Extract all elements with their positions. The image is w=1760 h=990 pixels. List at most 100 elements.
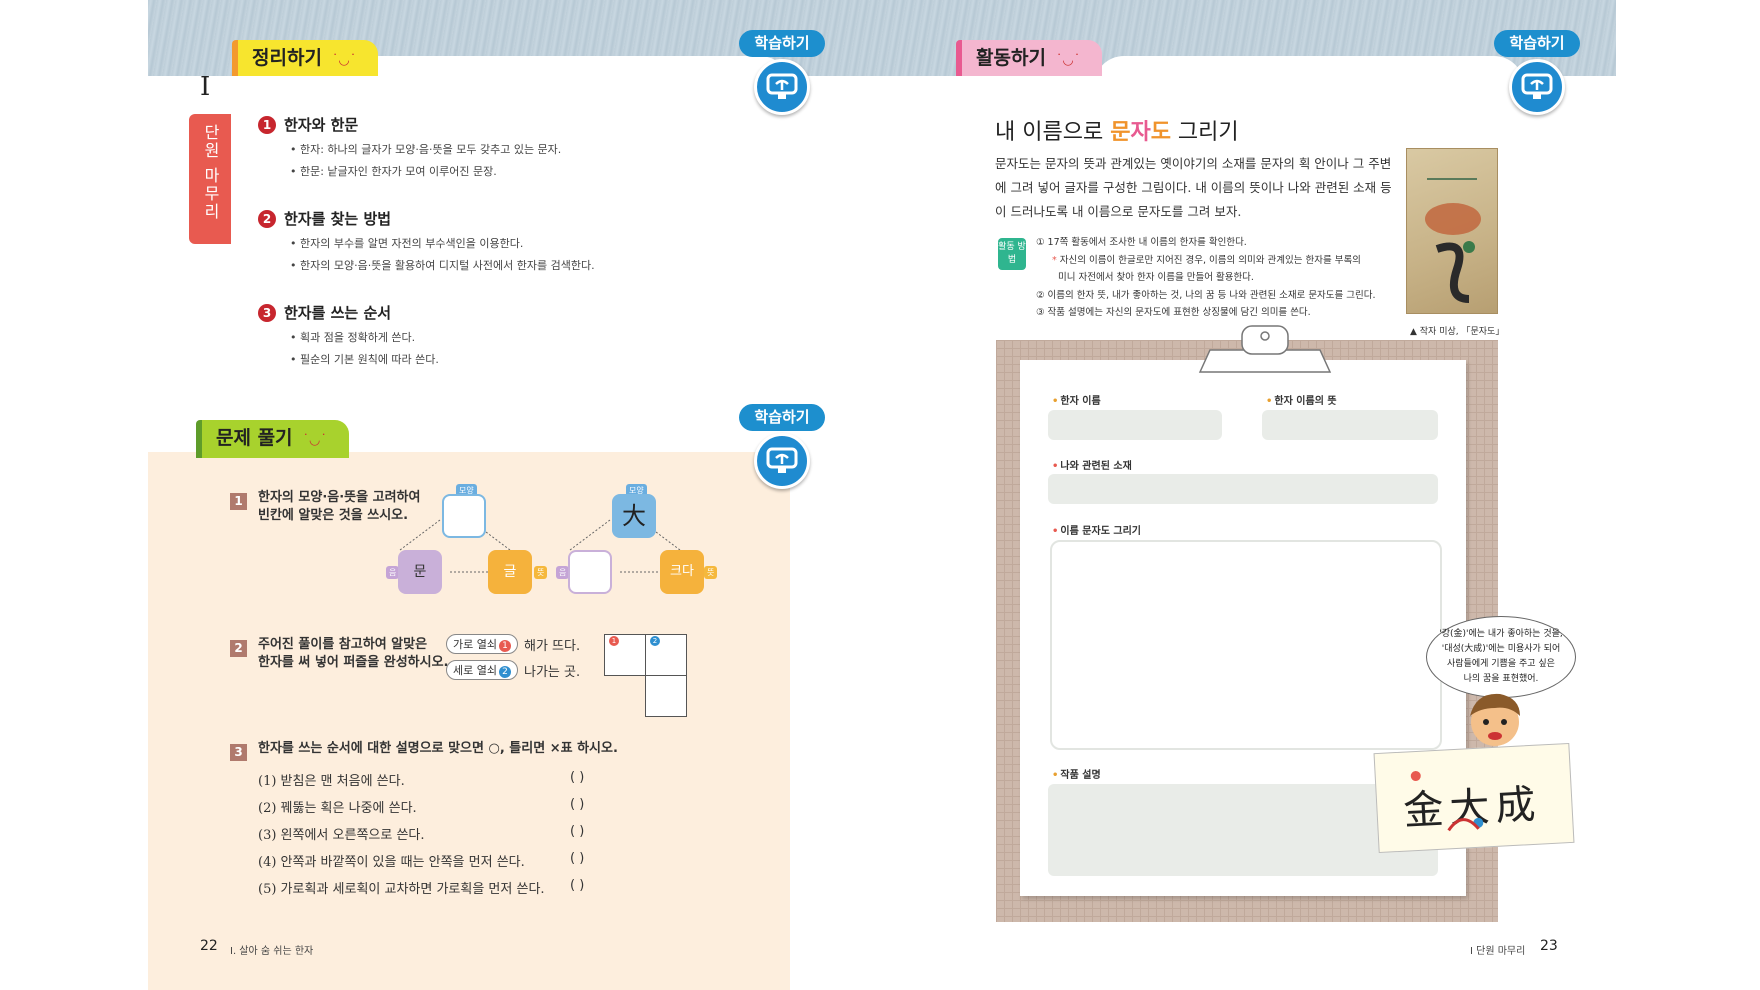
bubble-line: 사람들에게 기쁨을 주고 싶은 bbox=[1447, 659, 1555, 669]
activity-title-post: 그리기 bbox=[1170, 120, 1239, 145]
clue-across-text: 해가 뜨다. bbox=[523, 638, 581, 654]
clue-across-pill: 가로 열쇠 1 bbox=[446, 634, 518, 654]
page-number-left: 22 bbox=[200, 938, 218, 954]
summary-item-1: 1 한자와 한문 • 한자: 하나의 글자가 모양·음·뜻을 모두 갖추고 있는 … bbox=[258, 114, 561, 179]
problems-tab-label: 문제 풀기 bbox=[216, 427, 293, 449]
answer-paren-2[interactable]: ( ) bbox=[570, 797, 584, 812]
problem-2-text: 주어진 풀이를 참고하여 알맞은 한자를 써 넣어 퍼즐을 완성하시오. bbox=[258, 636, 448, 672]
label-desc: • 작품 설명 bbox=[1052, 770, 1101, 781]
method-line: ② 이름의 한자 뜻, 내가 좋아하는 것, 나의 꿈 등 나와 관련된 소재로… bbox=[1036, 289, 1376, 301]
unit-vertical-label: 단원 마무리 bbox=[189, 114, 231, 244]
method-badge: 활동 방법 bbox=[998, 238, 1026, 270]
clue-down-text: 나가는 곳. bbox=[523, 664, 581, 680]
method-sub-text: 미니 자전에서 찾아 한자 이름을 만들어 활용한다. bbox=[1058, 272, 1254, 283]
unit-vertical-text: 단원 마무리 bbox=[201, 124, 220, 222]
monitor-book-icon bbox=[1509, 59, 1565, 115]
answer-paren-4[interactable]: ( ) bbox=[570, 851, 584, 866]
puzzle-cell-3[interactable] bbox=[645, 675, 687, 717]
page-number-right: 23 bbox=[1540, 938, 1558, 954]
summary-item-3: 3 한자를 쓰는 순서 • 획과 점을 정확하게 쓴다. • 필순의 기본 원칙에… bbox=[258, 302, 439, 367]
meaning-box-geul: 글 bbox=[488, 550, 532, 594]
problems-tab: 문제 풀기 ˙◡˙ bbox=[196, 420, 349, 458]
label-hanja-meaning-text: 한자 이름의 뜻 bbox=[1274, 396, 1337, 407]
problem-1: 1 bbox=[230, 490, 257, 510]
shape-box-dae: 大 bbox=[612, 494, 656, 538]
study-badge-label: 학습하기 bbox=[739, 30, 825, 57]
summary-title-2: 한자를 찾는 방법 bbox=[284, 210, 392, 228]
clue-across-label: 가로 열쇠 bbox=[453, 638, 497, 651]
sound-blank-2[interactable] bbox=[568, 550, 612, 594]
clip-icon bbox=[1198, 325, 1332, 373]
study-badge-summary[interactable]: 학습하기 bbox=[739, 30, 825, 115]
answer-paren-1[interactable]: ( ) bbox=[570, 770, 584, 785]
method-line: ③ 작품 설명에는 자신의 문자도에 표현한 상징물에 담긴 의미를 쓴다. bbox=[1036, 307, 1311, 318]
monitor-book-icon bbox=[754, 59, 810, 115]
footer-title-left: I. 살아 숨 쉬는 한자 bbox=[230, 946, 314, 957]
summary-tab-label: 정리하기 bbox=[252, 47, 322, 69]
problem-3-text: 한자를 쓰는 순서에 대한 설명으로 맞으면 ○, 틀리면 ×표 하시오. bbox=[258, 741, 618, 756]
label-related: • 나와 관련된 소재 bbox=[1052, 461, 1132, 472]
activity-tab: 활동하기 ˙◡˙ bbox=[956, 40, 1103, 76]
puzzle-cell-1[interactable]: 1 bbox=[604, 634, 646, 676]
summary-line: • 획과 점을 정확하게 쓴다. bbox=[290, 331, 416, 344]
meaning-box-keuda: 크다 bbox=[660, 550, 704, 594]
bubble-line: '강(金)'에는 내가 좋아하는 것을, bbox=[1439, 629, 1563, 639]
summary-tab: 정리하기 ˙◡˙ bbox=[232, 40, 379, 76]
activity-title-k2: 자 bbox=[1130, 120, 1151, 145]
puzzle-cell-num: 1 bbox=[609, 636, 619, 646]
summary-num-1: 1 bbox=[258, 115, 276, 134]
activity-title-k3: 도 bbox=[1150, 120, 1171, 145]
problem-3: 3 bbox=[230, 741, 257, 761]
bubble-line: '대성(大成)'에는 미용사가 되어 bbox=[1441, 644, 1561, 654]
munjado-painting bbox=[1406, 148, 1498, 314]
method-line: ① 17쪽 활동에서 조사한 내 이름의 한자를 확인한다. bbox=[1036, 237, 1247, 248]
painting-caption: ▲ 작자 미상, 「문자도」 bbox=[1410, 327, 1505, 337]
label-hanja-name-text: 한자 이름 bbox=[1060, 396, 1101, 407]
tf-item-2: (2) 꿰뚫는 획은 나중에 쓴다. bbox=[258, 801, 417, 816]
summary-line: • 한자의 모양·음·뜻을 활용하여 디지털 사전에서 한자를 검색한다. bbox=[290, 259, 595, 272]
summary-title-1: 한자와 한문 bbox=[284, 116, 359, 134]
answer-paren-3[interactable]: ( ) bbox=[570, 824, 584, 839]
left-page-notch bbox=[310, 56, 790, 96]
tf-item-4: (4) 안쪽과 바깥쪽이 있을 때는 안쪽을 먼저 쓴다. bbox=[258, 855, 525, 870]
shape-blank-1[interactable] bbox=[442, 494, 486, 538]
hanja-meaning-field[interactable] bbox=[1262, 410, 1438, 440]
problem-number: 1 bbox=[230, 493, 247, 510]
summary-line: • 필순의 기본 원칙에 따라 쓴다. bbox=[290, 353, 439, 366]
tf-item-5: (5) 가로획과 세로획이 교차하면 가로획을 먼저 쓴다. bbox=[258, 882, 545, 897]
meaning-tag: 뜻 bbox=[534, 566, 548, 579]
label-hanja-meaning: • 한자 이름의 뜻 bbox=[1266, 396, 1337, 407]
related-field[interactable] bbox=[1048, 474, 1438, 504]
puzzle-cell-2[interactable]: 2 bbox=[645, 634, 687, 676]
answer-paren-5[interactable]: ( ) bbox=[570, 878, 584, 893]
tf-item-1: (1) 받침은 맨 처음에 쓴다. bbox=[258, 774, 405, 789]
summary-line: • 한자: 하나의 글자가 모양·음·뜻을 모두 갖추고 있는 문자. bbox=[290, 143, 562, 156]
card-decoration bbox=[1410, 771, 1484, 832]
method-sub-text: 자신의 이름이 한글로만 지어진 경우, 이름의 의미와 관계있는 한자를 부록… bbox=[1059, 254, 1361, 266]
summary-line: • 한문: 낱글자인 한자가 모여 이루어진 문장. bbox=[290, 165, 497, 178]
problem-2-text-line: 한자를 써 넣어 퍼즐을 완성하시오. bbox=[258, 655, 449, 670]
meaning-tag: 뜻 bbox=[704, 566, 718, 579]
method-list: ① 17쪽 활동에서 조사한 내 이름의 한자를 확인한다. * 자신의 이름이… bbox=[1036, 234, 1376, 322]
summary-num-3: 3 bbox=[258, 303, 276, 322]
puzzle-cell-num: 2 bbox=[650, 636, 660, 646]
tf-item-3: (3) 왼쪽에서 오른쪽으로 쓴다. bbox=[258, 828, 425, 843]
draw-area[interactable] bbox=[1050, 540, 1442, 750]
study-badge-problems[interactable]: 학습하기 bbox=[739, 404, 825, 489]
activity-title-k1: 문 bbox=[1110, 120, 1131, 145]
summary-item-2: 2 한자를 찾는 방법 • 한자의 부수를 알면 자전의 부수색인을 이용한다. … bbox=[258, 208, 595, 273]
clue-down: 세로 열쇠 2 나가는 곳. bbox=[446, 660, 580, 680]
label-hanja-name: • 한자 이름 bbox=[1052, 396, 1101, 407]
clue-down-pill: 세로 열쇠 2 bbox=[446, 660, 518, 680]
study-badge-activity[interactable]: 학습하기 bbox=[1494, 30, 1580, 115]
clue-down-label: 세로 열쇠 bbox=[453, 664, 497, 677]
label-draw-text: 이름 문자도 그리기 bbox=[1060, 526, 1141, 537]
activity-tab-label: 활동하기 bbox=[976, 47, 1046, 69]
method-sub-line: * 자신의 이름이 한글로만 지어진 경우, 이름의 의미와 관계있는 한자를 … bbox=[1052, 254, 1361, 266]
hanja-name-field[interactable] bbox=[1048, 410, 1222, 440]
sound-box-mun: 문 bbox=[398, 550, 442, 594]
study-badge-label: 학습하기 bbox=[1494, 30, 1580, 57]
problem-2-text-line: 주어진 풀이를 참고하여 알맞은 bbox=[258, 637, 428, 652]
study-badge-label: 학습하기 bbox=[739, 404, 825, 431]
problem-2: 2 bbox=[230, 637, 257, 657]
